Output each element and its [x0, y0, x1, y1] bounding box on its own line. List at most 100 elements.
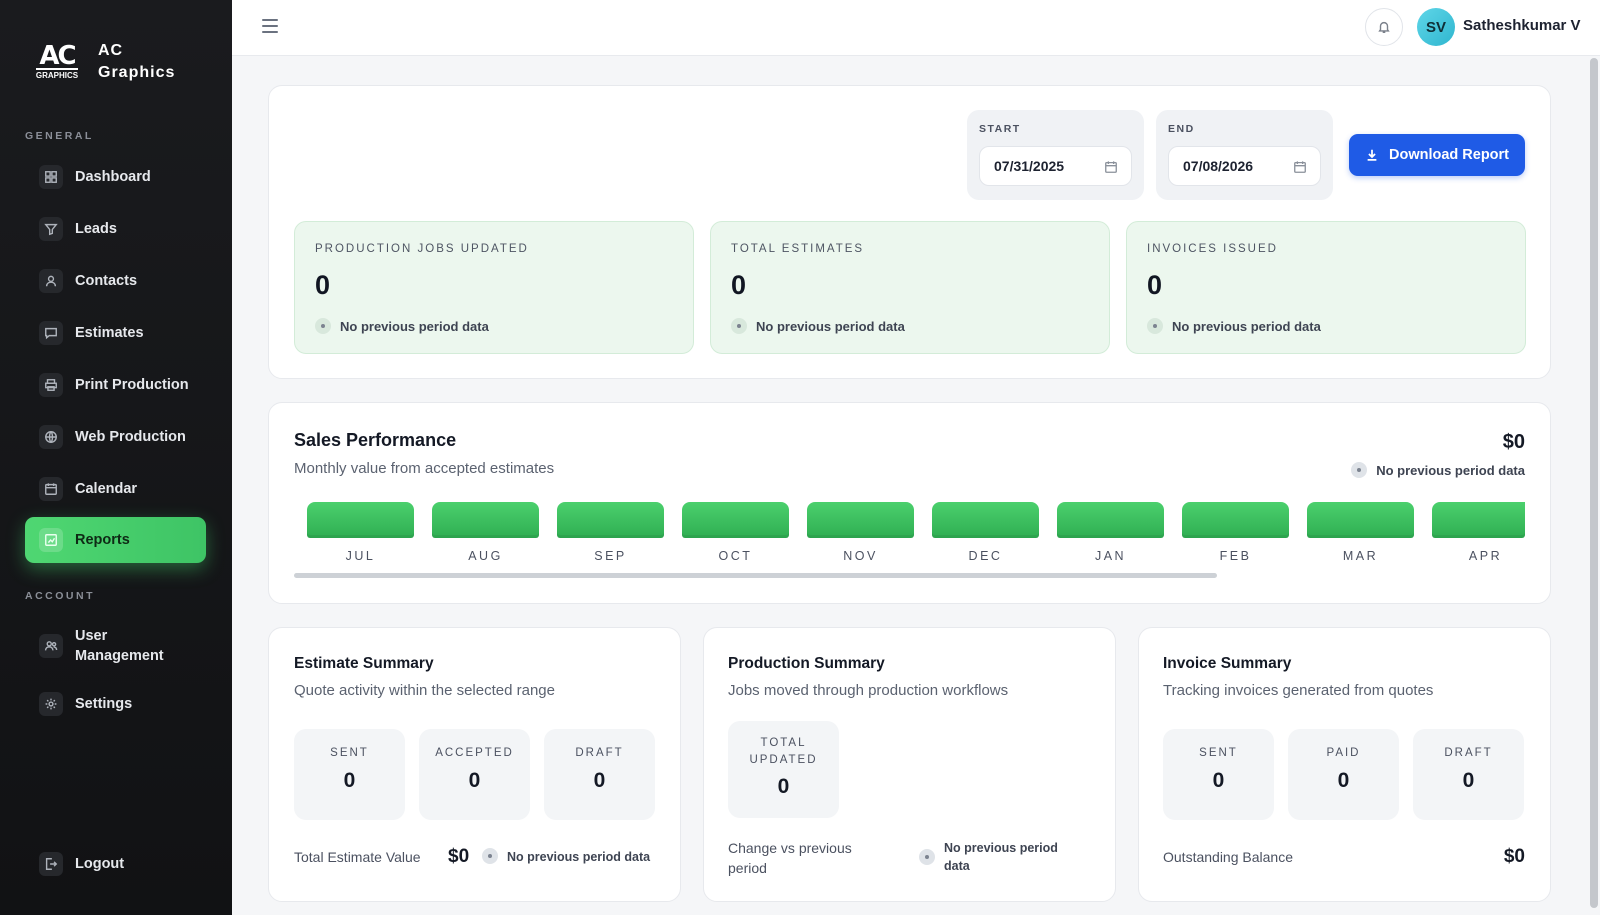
- production-footer-note: No previous period data: [919, 839, 1058, 875]
- sidebar-item-label: Estimates: [75, 325, 144, 341]
- chart-bar-nov[interactable]: [807, 502, 914, 538]
- end-date-group: END 07/08/2026: [1156, 110, 1333, 200]
- invoice-summary-title: Invoice Summary: [1163, 655, 1292, 672]
- sidebar-item-calendar[interactable]: Calendar: [25, 467, 206, 511]
- sidebar-item-print-production[interactable]: Print Production: [25, 363, 206, 407]
- sidebar-item-leads[interactable]: Leads: [25, 207, 206, 251]
- metric-note: No previous period data: [1147, 318, 1321, 334]
- brand-name-line1: AC: [98, 42, 124, 59]
- calendar-icon[interactable]: [1104, 160, 1118, 174]
- chart-bar-apr[interactable]: [1432, 502, 1525, 538]
- sidebar-item-settings[interactable]: Settings: [25, 682, 206, 726]
- stat-label: SENT: [330, 747, 369, 759]
- dot-icon: [1351, 462, 1368, 478]
- chart-bar-dec[interactable]: [932, 502, 1039, 538]
- sidebar-item-label-line2: Management: [75, 648, 164, 664]
- logout-icon: [39, 852, 63, 876]
- calendar-icon: [39, 477, 63, 501]
- stat-value: 0: [343, 769, 356, 792]
- production-footer-label-line2: period: [728, 860, 767, 876]
- bell-icon: [1378, 21, 1390, 33]
- start-date-group: START 07/31/2025: [967, 110, 1144, 200]
- stat-label: SENT: [1199, 747, 1238, 759]
- estimate-footer-value: $0: [448, 846, 470, 867]
- chart-axis-label-feb: FEB: [1219, 549, 1252, 563]
- sidebar-item-dashboard[interactable]: Dashboard: [25, 155, 206, 199]
- sidebar-item-contacts[interactable]: Contacts: [25, 259, 206, 303]
- sidebar-item-logout[interactable]: Logout: [25, 842, 206, 886]
- sidebar-item-user-management[interactable]: User Management: [25, 620, 206, 672]
- estimate-stat-sent: SENT 0: [294, 729, 405, 820]
- chart-bar-sep[interactable]: [557, 502, 664, 538]
- chart-bar-jul[interactable]: [307, 502, 414, 538]
- brand-logo[interactable]: AC GRAPHICS AC Graphics: [32, 40, 175, 84]
- chart-horizontal-scrollbar[interactable]: [294, 573, 1217, 578]
- brand-name-line2: Graphics: [98, 64, 176, 81]
- invoice-summary-subtitle: Tracking invoices generated from quotes: [1163, 682, 1434, 699]
- metric-card-total-estimates: TOTAL ESTIMATES 0 No previous period dat…: [710, 221, 1110, 354]
- estimate-footer-note: No previous period data: [482, 848, 650, 866]
- calendar-icon[interactable]: [1293, 160, 1307, 174]
- end-date-input[interactable]: 07/08/2026: [1168, 146, 1321, 186]
- sidebar-item-estimates[interactable]: Estimates: [25, 311, 206, 355]
- production-footer-label: Change vs previous period: [728, 838, 852, 878]
- production-summary-subtitle: Jobs moved through production workflows: [728, 682, 1009, 699]
- sidebar-item-label: User Management: [75, 626, 164, 666]
- estimate-footer-note-text: No previous period data: [507, 850, 651, 864]
- production-footer-note-line2: data: [944, 859, 970, 873]
- sidebar-item-reports[interactable]: Reports: [25, 517, 206, 563]
- sidebar-item-label: Dashboard: [75, 169, 151, 185]
- stat-label-line2: UPDATED: [749, 754, 818, 766]
- stat-value: 0: [468, 769, 481, 792]
- metric-card-production-jobs: PRODUCTION JOBS UPDATED 0 No previous pe…: [294, 221, 694, 354]
- sidebar-item-label: Print Production: [75, 377, 189, 393]
- sidebar-item-label: Settings: [75, 696, 133, 712]
- chart-axis-label-aug: AUG: [468, 549, 503, 563]
- avatar[interactable]: SV: [1417, 8, 1455, 46]
- stat-label: PAID: [1326, 747, 1361, 759]
- sales-total: $0: [1502, 431, 1525, 453]
- estimate-stat-draft: DRAFT 0: [544, 729, 655, 820]
- start-date-label: START: [979, 123, 1021, 135]
- brand-name: AC Graphics: [98, 40, 175, 84]
- dot-icon: [482, 848, 498, 864]
- stat-value: 0: [593, 769, 606, 792]
- stat-label: DRAFT: [1444, 747, 1493, 759]
- metric-value: 0: [731, 270, 747, 300]
- metric-title: PRODUCTION JOBS UPDATED: [315, 243, 529, 255]
- printer-icon: [39, 373, 63, 397]
- stat-value: 0: [777, 775, 790, 798]
- chart-axis-label-jul: JUL: [345, 549, 376, 563]
- invoice-footer-label: Outstanding Balance: [1163, 849, 1293, 865]
- dot-icon: [919, 849, 935, 865]
- stat-label-line1: TOTAL: [760, 737, 807, 749]
- sales-title: Sales Performance: [294, 430, 457, 450]
- metric-note: No previous period data: [315, 318, 489, 334]
- end-date-label: END: [1168, 123, 1195, 135]
- sidebar-item-label: Calendar: [75, 481, 138, 497]
- sidebar-item-label: Leads: [75, 221, 117, 237]
- metric-note-text: No previous period data: [756, 318, 905, 334]
- download-report-button[interactable]: Download Report: [1349, 134, 1525, 176]
- notifications-button[interactable]: [1365, 8, 1403, 46]
- menu-toggle-icon[interactable]: [262, 19, 278, 33]
- metric-note: No previous period data: [731, 318, 905, 334]
- logo-mark: AC GRAPHICS: [32, 40, 82, 84]
- estimate-summary-subtitle: Quote activity within the selected range: [294, 682, 555, 699]
- sidebar-item-label: Reports: [75, 532, 130, 548]
- stat-value: 0: [1337, 769, 1350, 792]
- chart-bar-mar[interactable]: [1307, 502, 1414, 538]
- invoice-stat-draft: DRAFT 0: [1413, 729, 1524, 820]
- chart-bar-oct[interactable]: [682, 502, 789, 538]
- download-report-label: Download Report: [1388, 147, 1510, 163]
- username[interactable]: Satheshkumar V: [1463, 17, 1581, 34]
- chart-bar-jan[interactable]: [1057, 502, 1164, 538]
- chart-bar-feb[interactable]: [1182, 502, 1289, 538]
- dot-icon: [731, 318, 747, 334]
- start-date-input[interactable]: 07/31/2025: [979, 146, 1132, 186]
- chart-bar-aug[interactable]: [432, 502, 539, 538]
- message-icon: [39, 321, 63, 345]
- section-label-general: GENERAL: [25, 130, 94, 142]
- sidebar-item-web-production[interactable]: Web Production: [25, 415, 206, 459]
- scrollbar-thumb[interactable]: [1590, 58, 1598, 908]
